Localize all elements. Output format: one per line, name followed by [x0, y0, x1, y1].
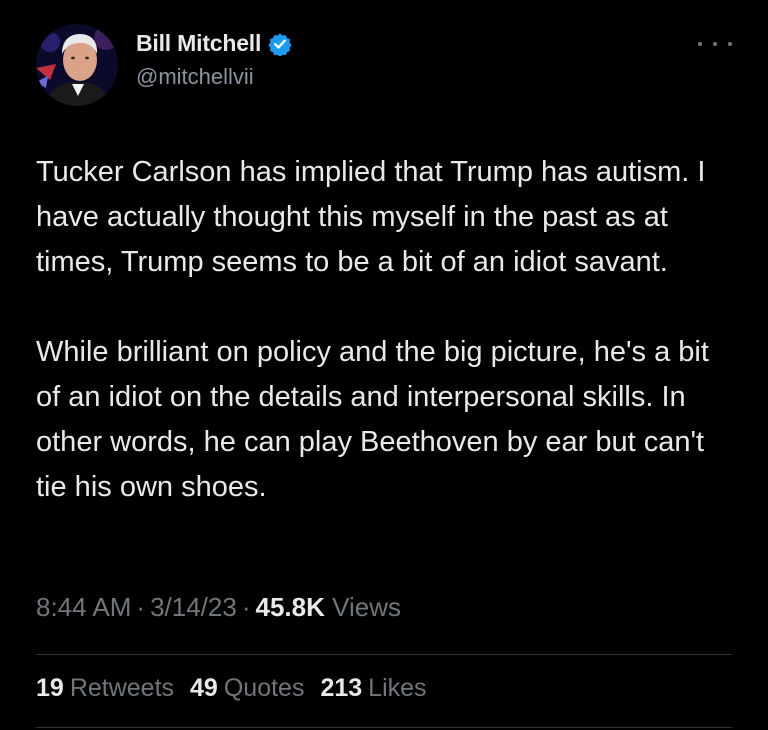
quotes-count: 49 — [190, 674, 218, 702]
likes-count: 213 — [320, 674, 363, 702]
quotes-stat[interactable]: 49 Quotes — [190, 674, 304, 703]
verified-badge-icon — [268, 33, 292, 56]
author-handle[interactable]: @mitchellvii — [136, 64, 254, 90]
likes-stat[interactable]: 213 Likes — [320, 674, 426, 703]
tweet-date[interactable]: 3/14/23 — [150, 592, 237, 622]
tweet-text: Tucker Carlson has implied that Trump ha… — [36, 150, 736, 510]
tweet-paragraph: Tucker Carlson has implied that Trump ha… — [36, 156, 706, 278]
author-display-name[interactable]: Bill Mitchell — [136, 30, 261, 57]
retweets-stat[interactable]: 19 Retweets — [36, 674, 174, 703]
more-options-icon[interactable] — [698, 34, 732, 54]
separator-dot: · — [241, 592, 251, 622]
tweet-paragraph: While brilliant on policy and the big pi… — [36, 336, 709, 503]
tweet-metadata: 8:44 AM · 3/14/23 · 45.8K Views — [36, 592, 401, 623]
likes-label: Likes — [368, 674, 427, 702]
tweet-card: Bill Mitchell @mitchellvii Tucker Carlso… — [0, 0, 768, 730]
divider — [36, 654, 732, 655]
avatar-image — [36, 24, 118, 106]
separator-dot: · — [136, 592, 146, 622]
views-count: 45.8K — [255, 592, 325, 622]
engagement-stats: 19 Retweets 49 Quotes 213 Likes — [36, 674, 427, 703]
retweets-label: Retweets — [69, 674, 175, 702]
avatar[interactable] — [36, 24, 118, 106]
views-label: Views — [332, 592, 402, 622]
tweet-time[interactable]: 8:44 AM — [36, 592, 131, 622]
retweets-count: 19 — [36, 674, 64, 702]
divider — [36, 727, 732, 728]
quotes-label: Quotes — [223, 674, 305, 702]
author-name-row: Bill Mitchell — [136, 30, 292, 57]
